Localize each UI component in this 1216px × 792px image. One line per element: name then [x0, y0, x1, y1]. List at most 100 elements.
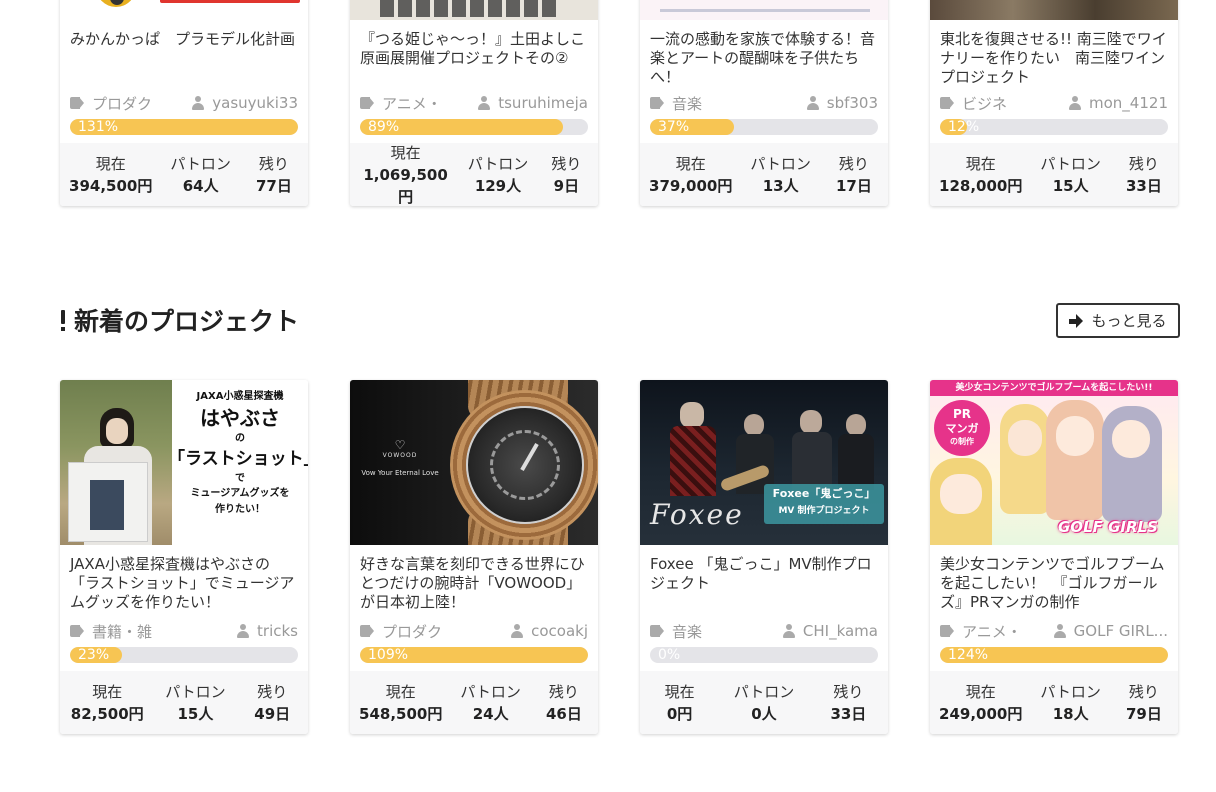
- stat-label-remain: 残り: [258, 154, 289, 173]
- project-thumbnail[interactable]: [60, 0, 308, 20]
- project-card[interactable]: 東北を復興させる!! 南三陸でワイナリーを作りたい 南三陸ワインプロジェクト ビ…: [930, 0, 1178, 206]
- stat-value-now: 128,000円: [939, 176, 1023, 195]
- project-meta: アニメ・ GOLF GIRL...: [930, 621, 1178, 641]
- tag-icon: [70, 97, 84, 109]
- stat-label-remain: 残り: [551, 154, 582, 173]
- project-card[interactable]: みかんかっぱ プラモデル化計画 プロダク yasuyuki33 131% 現在 3…: [60, 0, 308, 206]
- progress-percent: 131%: [78, 119, 119, 135]
- project-title[interactable]: 東北を復興させる!! 南三陸でワイナリーを作りたい 南三陸ワインプロジェクト: [930, 30, 1178, 93]
- user-icon: [1053, 624, 1066, 638]
- tag-icon: [650, 97, 664, 109]
- stat-value-now: 394,500円: [69, 176, 153, 195]
- project-card[interactable]: 美少女コンテンツでゴルフブームを起こしたい!! PR マンガ の制作 GOLF …: [930, 380, 1178, 734]
- progress-percent: 124%: [948, 647, 989, 663]
- project-meta: 音楽 sbf303: [640, 93, 888, 113]
- project-meta: プロダク cocoakj: [350, 621, 598, 641]
- project-meta: 音楽 CHI_kama: [640, 621, 888, 641]
- stat-value-patron: 18人: [1052, 704, 1089, 723]
- arrow-right-icon: [1069, 313, 1084, 328]
- project-title[interactable]: Foxee 「鬼ごっこ」MV制作プロジェクト: [640, 555, 888, 621]
- project-thumbnail[interactable]: [640, 0, 888, 20]
- stat-value-remain: 33日: [1126, 176, 1162, 195]
- project-stats: 現在 379,000円 パトロン 13人 残り 17日: [640, 143, 888, 206]
- stat-value-patron: 64人: [182, 176, 219, 195]
- project-title[interactable]: 一流の感動を家族で体験する！音楽とアートの醍醐味を子供たちへ！: [640, 30, 888, 93]
- stat-value-patron: 129人: [474, 176, 522, 195]
- project-thumbnail[interactable]: [350, 0, 598, 20]
- project-meta: ビジネ mon_4121: [930, 93, 1178, 113]
- tag-icon: [940, 97, 954, 109]
- progress-percent: 109%: [368, 647, 409, 663]
- project-category[interactable]: 音楽: [672, 93, 702, 114]
- project-owner[interactable]: tsuruhimeja: [498, 94, 588, 112]
- project-card[interactable]: 一流の感動を家族で体験する！音楽とアートの醍醐味を子供たちへ！ 音楽 sbf30…: [640, 0, 888, 206]
- stat-value-now: 249,000円: [939, 704, 1023, 723]
- project-card[interactable]: Foxee Foxee「鬼ごっこ」 MV 制作プロジェクト Foxee 「鬼ごっ…: [640, 380, 888, 734]
- stat-value-remain: 33日: [830, 704, 867, 723]
- stat-label-remain: 残り: [1128, 154, 1159, 173]
- project-title[interactable]: 好きな言葉を刻印できる世界にひとつだけの腕時計「VOWOOD」が日本初上陸！: [350, 555, 598, 621]
- project-owner[interactable]: CHI_kama: [803, 622, 878, 640]
- project-owner[interactable]: sbf303: [827, 94, 878, 112]
- stat-label-now: 現在: [965, 682, 996, 701]
- project-owner[interactable]: mon_4121: [1089, 94, 1168, 112]
- project-title[interactable]: 『つる姫じゃ～っ！』土田よしこ原画展開催プロジェクトその②: [350, 30, 598, 93]
- project-owner[interactable]: yasuyuki33: [212, 94, 298, 112]
- user-icon: [511, 624, 524, 638]
- stat-label-now: 現在: [390, 143, 421, 162]
- user-icon: [1069, 96, 1082, 110]
- project-owner[interactable]: GOLF GIRL...: [1074, 622, 1168, 640]
- stat-label-remain: 残り: [548, 682, 579, 701]
- project-thumbnail[interactable]: 美少女コンテンツでゴルフブームを起こしたい!! PR マンガ の制作 GOLF …: [930, 380, 1178, 545]
- stat-label-now: 現在: [664, 682, 695, 701]
- project-card[interactable]: ♡ VOWOOD Vow Your Eternal Love 好きな言葉を刻印で…: [350, 380, 598, 734]
- project-category[interactable]: アニメ・: [962, 621, 1022, 642]
- project-category[interactable]: 書籍・雑: [92, 621, 152, 642]
- project-category[interactable]: プロダク: [382, 621, 442, 642]
- project-thumbnail[interactable]: ♡ VOWOOD Vow Your Eternal Love: [350, 380, 598, 545]
- stat-value-remain: 79日: [1126, 704, 1162, 723]
- image-text: GOLF GIRLS: [1058, 518, 1158, 536]
- project-meta: アニメ・ tsuruhimeja: [350, 93, 598, 113]
- image-text: 美少女コンテンツでゴルフブームを起こしたい!!: [930, 380, 1178, 396]
- stat-label-remain: 残り: [833, 682, 864, 701]
- progress-bar: 89%: [360, 119, 588, 135]
- stat-label-patron: パトロン: [1040, 682, 1101, 701]
- stat-value-now: 82,500円: [70, 704, 144, 723]
- project-category[interactable]: 音楽: [672, 621, 702, 642]
- project-owner[interactable]: tricks: [257, 622, 298, 640]
- project-category[interactable]: アニメ・: [382, 93, 442, 114]
- stat-label-patron: パトロン: [460, 682, 521, 701]
- project-thumbnail[interactable]: Foxee Foxee「鬼ごっこ」 MV 制作プロジェクト: [640, 380, 888, 545]
- project-owner[interactable]: cocoakj: [531, 622, 588, 640]
- project-card[interactable]: 『つる姫じゃ～っ！』土田よしこ原画展開催プロジェクトその② アニメ・ tsuru…: [350, 0, 598, 206]
- see-more-label: もっと見る: [1091, 312, 1167, 330]
- project-category[interactable]: ビジネ: [962, 93, 1007, 114]
- tag-icon: [360, 97, 374, 109]
- project-card[interactable]: JAXA小惑星探査機 はやぶさ の 「ラストショット」 で ミュージアムグッズを…: [60, 380, 308, 734]
- stat-value-remain: 49日: [254, 704, 291, 723]
- tag-icon: [360, 625, 374, 637]
- progress-percent: 0%: [658, 647, 681, 663]
- stat-value-patron: 0人: [751, 704, 777, 723]
- stat-label-patron: パトロン: [750, 154, 811, 173]
- project-title[interactable]: JAXA小惑星探査機はやぶさの「ラストショット」でミュージアムグッズを作りたい！: [60, 555, 308, 621]
- stat-label-remain: 残り: [257, 682, 288, 701]
- stat-value-now: 548,500円: [359, 704, 443, 723]
- progress-bar: 109%: [360, 647, 588, 663]
- stat-value-patron: 15人: [1052, 176, 1089, 195]
- project-title[interactable]: みかんかっぱ プラモデル化計画: [60, 30, 308, 93]
- tag-icon: [940, 625, 954, 637]
- project-category[interactable]: プロダク: [92, 93, 152, 114]
- image-text: Foxee: [650, 498, 744, 531]
- project-thumbnail[interactable]: JAXA小惑星探査機 はやぶさ の 「ラストショット」 で ミュージアムグッズを…: [60, 380, 308, 545]
- stat-value-remain: 46日: [546, 704, 582, 723]
- project-title[interactable]: 美少女コンテンツでゴルフブームを起こしたい！ 『ゴルフガールズ』PRマンガの制作: [930, 555, 1178, 621]
- progress-bar: 0%: [650, 647, 878, 663]
- progress-percent: 37%: [658, 119, 690, 135]
- project-thumbnail[interactable]: [930, 0, 1178, 20]
- image-text: JAXA小惑星探査機: [196, 391, 284, 402]
- user-icon: [237, 624, 250, 638]
- see-more-button[interactable]: もっと見る: [1056, 303, 1180, 338]
- image-text: はやぶさ: [200, 406, 280, 430]
